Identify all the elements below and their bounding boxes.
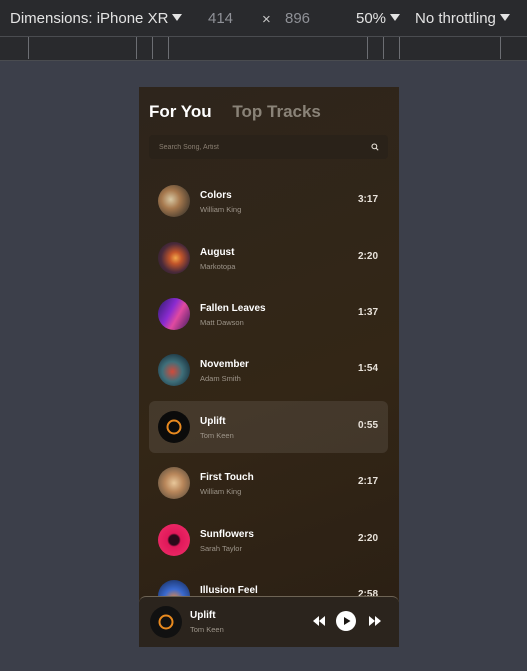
- now-playing-art: [150, 606, 182, 638]
- track-duration: 2:20: [357, 251, 378, 262]
- track-title: Colors: [200, 190, 232, 201]
- track-artist: William King: [200, 487, 242, 496]
- track-artist: Sarah Taylor: [200, 544, 242, 553]
- track-item[interactable]: November Adam Smith 1:54: [149, 344, 388, 396]
- album-art: [158, 411, 190, 443]
- track-item-active[interactable]: Uplift Tom Keen 0:55: [149, 401, 388, 453]
- now-playing-artist: Tom Keen: [190, 625, 224, 634]
- phone-viewport: For You Top Tracks Colors William King 3…: [139, 87, 399, 647]
- dimension-separator: ×: [262, 11, 271, 28]
- height-field[interactable]: 896: [285, 10, 310, 27]
- track-title: Uplift: [200, 416, 226, 427]
- play-icon: [344, 617, 351, 625]
- search-bar: [149, 135, 388, 159]
- track-artist: Adam Smith: [200, 374, 241, 383]
- track-item[interactable]: First Touch William King 2:17: [149, 457, 388, 509]
- track-title: Illusion Feel: [200, 585, 258, 596]
- track-artist: William King: [200, 205, 242, 214]
- tab-for-you[interactable]: For You: [149, 102, 212, 121]
- track-title: November: [200, 359, 249, 370]
- track-artist: Matt Dawson: [200, 318, 244, 327]
- now-playing-bar: Uplift Tom Keen: [139, 596, 399, 647]
- track-duration: 1:54: [357, 363, 378, 374]
- track-duration: 3:17: [357, 194, 378, 205]
- track-item[interactable]: Fallen Leaves Matt Dawson 1:37: [149, 288, 388, 340]
- track-artist: Markotopa: [200, 262, 236, 271]
- search-icon[interactable]: [371, 143, 379, 151]
- zoom-label: 50%: [356, 10, 387, 27]
- album-art: [158, 185, 190, 217]
- device-label: Dimensions: iPhone XR: [10, 10, 169, 27]
- play-button[interactable]: [336, 611, 356, 631]
- tab-top-tracks[interactable]: Top Tracks: [232, 102, 321, 121]
- album-art: [158, 242, 190, 274]
- track-title: August: [200, 247, 235, 258]
- tab-bar: For You Top Tracks: [149, 102, 321, 122]
- track-duration: 0:55: [357, 420, 378, 431]
- ring-icon: [158, 614, 174, 630]
- track-duration: 1:37: [357, 307, 378, 318]
- device-dropdown[interactable]: Dimensions: iPhone XR: [10, 10, 183, 27]
- track-artist: Tom Keen: [200, 431, 234, 440]
- album-art: [158, 354, 190, 386]
- throttle-label: No throttling: [415, 10, 496, 27]
- search-input[interactable]: [149, 135, 359, 159]
- media-query-ruler[interactable]: [0, 37, 527, 61]
- width-field[interactable]: 414: [208, 10, 233, 27]
- track-item[interactable]: Sunflowers Sarah Taylor 2:20: [149, 514, 388, 566]
- track-title: Sunflowers: [200, 529, 254, 540]
- ring-icon: [166, 419, 182, 435]
- devtools-device-toolbar: Dimensions: iPhone XR 414 × 896 50% No t…: [0, 0, 527, 37]
- album-art: [158, 524, 190, 556]
- chevron-down-icon: [172, 14, 183, 21]
- chevron-down-icon: [390, 14, 401, 21]
- zoom-dropdown[interactable]: 50%: [356, 10, 401, 27]
- track-duration: 2:20: [357, 533, 378, 544]
- rewind-icon[interactable]: [310, 612, 328, 630]
- track-item[interactable]: Colors William King 3:17: [149, 175, 388, 227]
- fast-forward-icon[interactable]: [366, 612, 384, 630]
- chevron-down-icon: [499, 14, 510, 21]
- track-item[interactable]: August Markotopa 2:20: [149, 232, 388, 284]
- track-title: First Touch: [200, 472, 254, 483]
- album-art: [158, 467, 190, 499]
- track-title: Fallen Leaves: [200, 303, 266, 314]
- now-playing-title: Uplift: [190, 610, 216, 621]
- album-art: [158, 298, 190, 330]
- throttle-dropdown[interactable]: No throttling: [415, 10, 510, 27]
- track-duration: 2:17: [357, 476, 378, 487]
